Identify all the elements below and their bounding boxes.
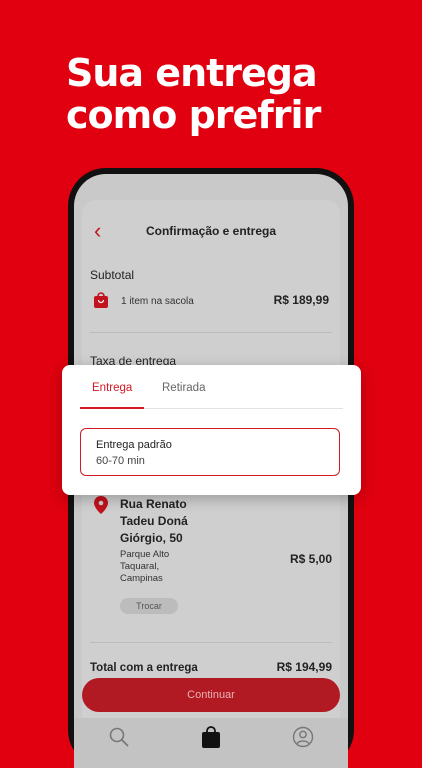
delivery-area: Parque Alto Taquaral, Campinas [120, 549, 230, 585]
area-line-3: Campinas [120, 573, 163, 584]
option-time: 60-70 min [96, 455, 145, 467]
area-line-2: Taquaral, [120, 561, 160, 572]
profile-icon[interactable] [292, 726, 314, 748]
area-line-1: Parque Alto [120, 549, 170, 560]
address-line-1: Rua Renato [120, 497, 187, 511]
headline-line-1: Sua entrega [66, 51, 318, 95]
option-title: Entrega padrão [96, 439, 172, 451]
location-pin-icon [94, 496, 108, 514]
bag-item-count: 1 item na sacola [121, 296, 194, 307]
tab-delivery[interactable]: Entrega [92, 382, 132, 394]
bag-icon[interactable] [200, 726, 222, 748]
delivery-method-popup: Entrega Retirada Entrega padrão 60-70 mi… [62, 365, 361, 495]
bag-summary-row: 1 item na sacola R$ 189,99 [93, 290, 329, 312]
headline-line-2: como prefrir [66, 93, 321, 137]
headline: Sua entrega como prefrir [66, 51, 321, 137]
divider [90, 642, 332, 643]
subtotal-price: R$ 189,99 [273, 293, 329, 307]
divider [90, 332, 332, 333]
active-tab-indicator [80, 407, 144, 409]
standard-delivery-option[interactable]: Entrega padrão 60-70 min [80, 428, 340, 476]
address-line-2: Tadeu Doná [120, 514, 188, 528]
continue-button[interactable]: Continuar [82, 678, 340, 712]
subtotal-label: Subtotal [90, 268, 135, 282]
page-title: Confirmação e entrega [145, 224, 277, 238]
delivery-address: Rua Renato Tadeu Doná Giórgio, 50 [120, 496, 230, 547]
tab-pickup[interactable]: Retirada [162, 382, 205, 394]
bottom-tab-bar [74, 718, 348, 768]
total-label: Total com a entrega [90, 662, 198, 674]
change-address-button[interactable]: Trocar [120, 598, 178, 614]
search-icon[interactable] [108, 726, 130, 748]
shopping-bag-icon [94, 292, 108, 308]
delivery-fee-price: R$ 5,00 [289, 552, 332, 566]
address-line-3: Giórgio, 50 [120, 531, 183, 545]
total-price: R$ 194,99 [276, 660, 332, 674]
